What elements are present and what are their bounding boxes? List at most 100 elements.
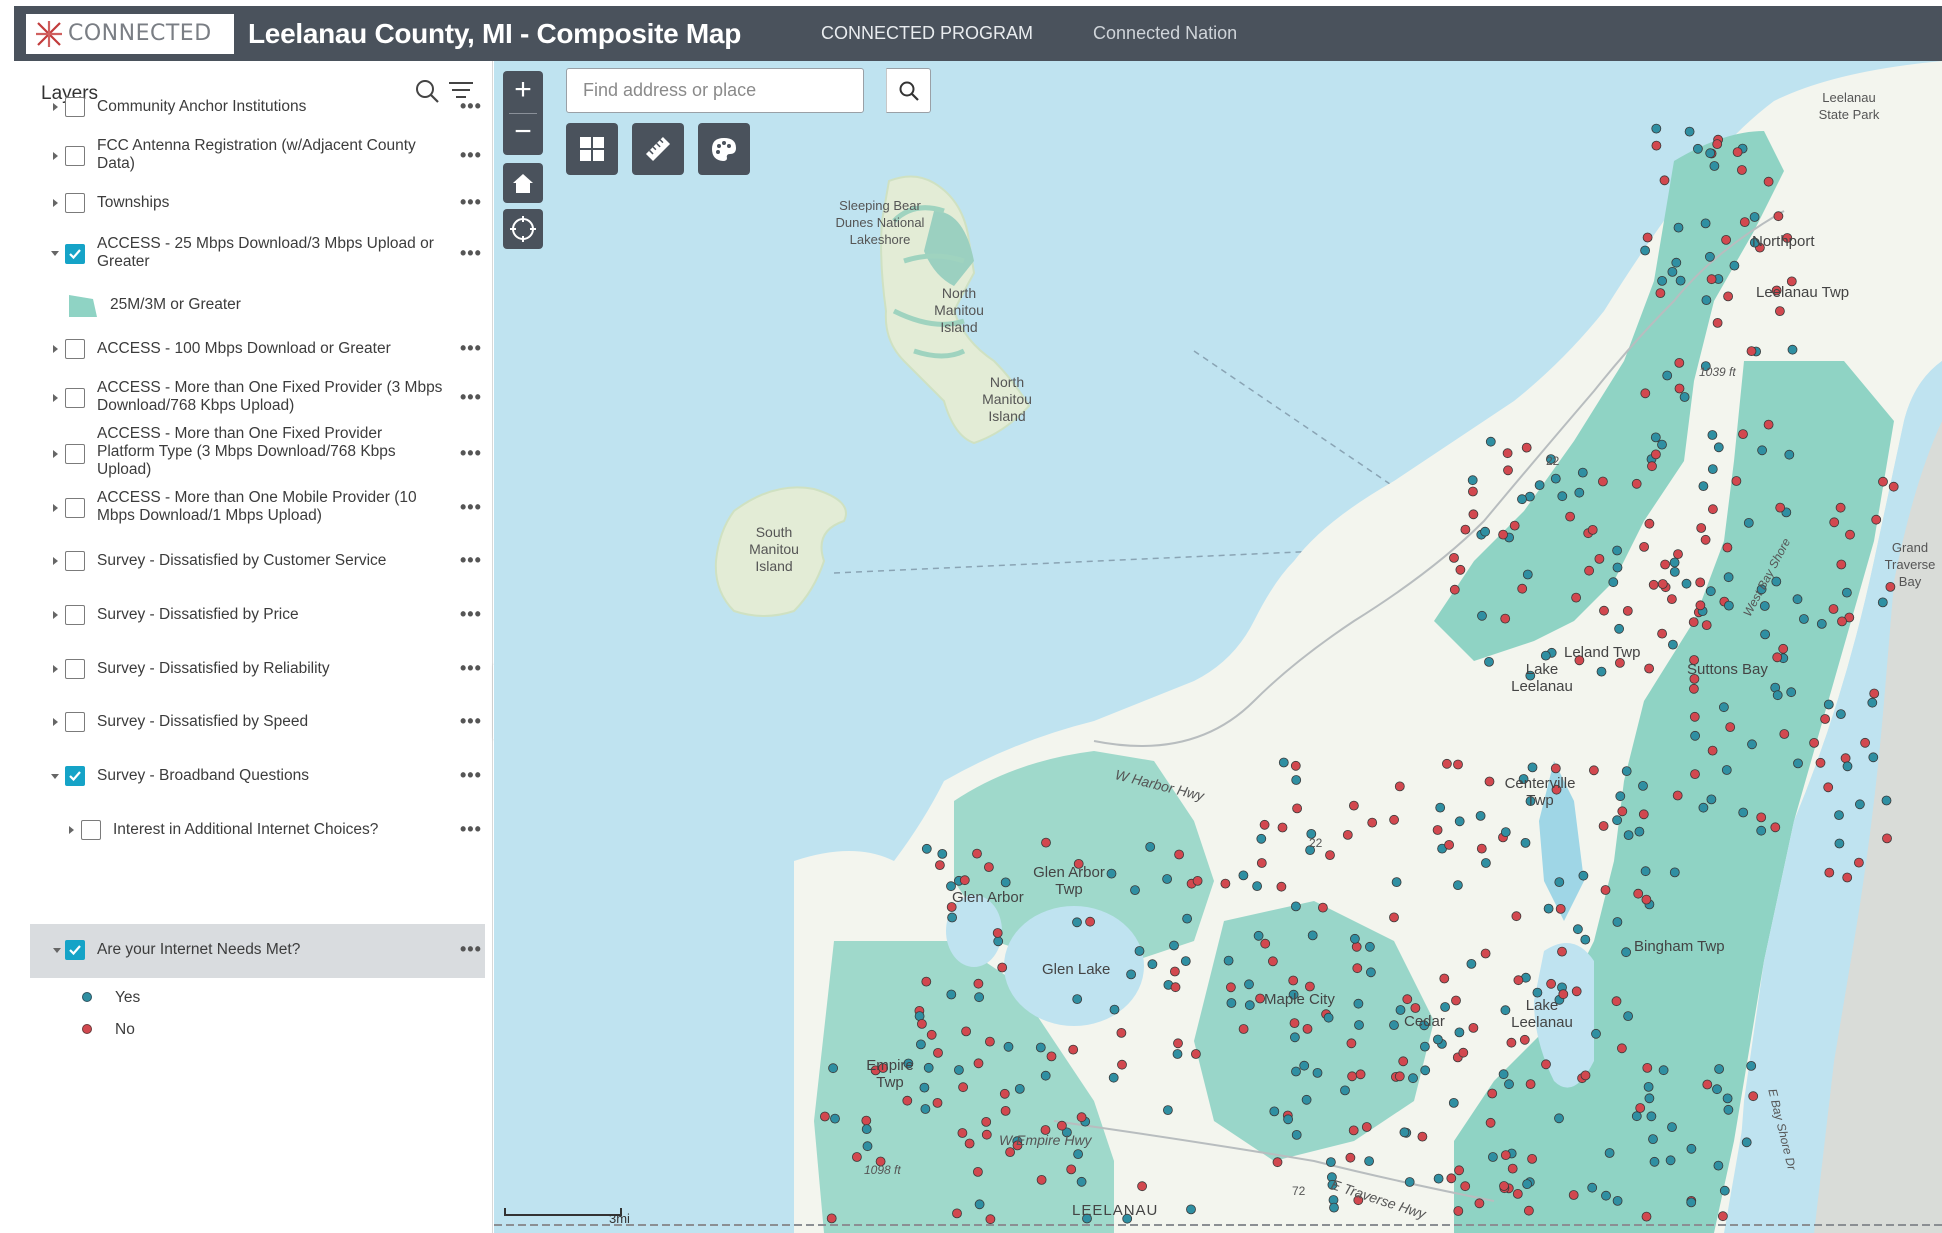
survey-point-no[interactable] (1600, 885, 1611, 895)
survey-point-yes[interactable] (1723, 572, 1734, 583)
survey-point-yes[interactable] (1823, 699, 1834, 710)
survey-point-no[interactable] (1442, 758, 1452, 769)
survey-point-yes[interactable] (1713, 442, 1724, 453)
survey-point-no[interactable] (1584, 565, 1594, 576)
survey-point-no[interactable] (1689, 683, 1699, 694)
survey-point-no[interactable] (1394, 1071, 1405, 1082)
survey-point-yes[interactable] (1686, 1143, 1697, 1154)
survey-point-yes[interactable] (1244, 1000, 1255, 1011)
layer-checkbox[interactable] (65, 97, 85, 117)
survey-point-no[interactable] (1718, 1211, 1728, 1222)
survey-point-yes[interactable] (1707, 464, 1718, 475)
layer-checkbox[interactable] (65, 498, 85, 518)
search-input[interactable] (567, 69, 887, 112)
layer-checkbox[interactable] (65, 659, 85, 679)
survey-point-no[interactable] (1550, 763, 1561, 774)
survey-point-no[interactable] (1824, 867, 1835, 878)
survey-point-yes[interactable] (1554, 877, 1565, 887)
survey-point-no[interactable] (997, 962, 1008, 973)
survey-point-yes[interactable] (1481, 858, 1491, 868)
survey-point-yes[interactable] (1712, 1084, 1722, 1095)
survey-point-yes[interactable] (1596, 666, 1607, 677)
survey-point-no[interactable] (1657, 579, 1668, 589)
survey-point-yes[interactable] (1035, 1042, 1046, 1053)
survey-point-no[interactable] (1828, 604, 1839, 614)
survey-point-no[interactable] (1292, 803, 1302, 814)
survey-point-no[interactable] (973, 1058, 984, 1069)
survey-point-yes[interactable] (1527, 762, 1538, 773)
caret-right-icon[interactable] (50, 610, 60, 620)
survey-point-yes[interactable] (1364, 1156, 1374, 1166)
layer-options-icon[interactable]: ••• (460, 939, 482, 960)
survey-point-yes[interactable] (1615, 791, 1626, 802)
survey-point-no[interactable] (1484, 776, 1495, 787)
survey-point-no[interactable] (1823, 782, 1834, 793)
layer-options-icon[interactable]: ••• (460, 658, 482, 679)
survey-point-no[interactable] (1345, 1152, 1356, 1163)
survey-point-no[interactable] (1702, 1079, 1713, 1090)
survey-point-no[interactable] (1116, 1028, 1127, 1038)
survey-point-yes[interactable] (1709, 161, 1720, 171)
survey-point-yes[interactable] (1172, 1049, 1183, 1059)
survey-point-yes[interactable] (1169, 940, 1179, 951)
survey-point-no[interactable] (1318, 902, 1328, 913)
layer-checkbox[interactable] (65, 605, 85, 625)
survey-point-no[interactable] (916, 1019, 927, 1029)
survey-point-yes[interactable] (1772, 690, 1783, 701)
survey-point-no[interactable] (1611, 996, 1622, 1007)
survey-point-yes[interactable] (1391, 877, 1402, 887)
survey-point-no[interactable] (1272, 1157, 1283, 1168)
survey-point-no[interactable] (1712, 139, 1723, 149)
survey-point-yes[interactable] (1784, 449, 1795, 460)
layer-row-survey-price[interactable]: Survey - Dissatisfied by Price ••• (30, 589, 485, 643)
survey-point-no[interactable] (1773, 211, 1784, 222)
measure-button[interactable] (632, 123, 684, 175)
survey-point-no[interactable] (1460, 524, 1471, 535)
layer-options-icon[interactable]: ••• (460, 819, 482, 840)
survey-point-no[interactable] (1349, 800, 1359, 811)
survey-point-no[interactable] (1739, 217, 1750, 228)
zoom-out-button[interactable]: − (503, 113, 543, 153)
layer-options-icon[interactable]: ••• (460, 711, 482, 732)
survey-point-no[interactable] (1460, 1181, 1471, 1192)
survey-point-no[interactable] (1367, 817, 1378, 828)
survey-point-yes[interactable] (1867, 697, 1878, 708)
survey-point-yes[interactable] (1612, 562, 1623, 573)
survey-point-no[interactable] (1507, 1163, 1518, 1174)
survey-point-yes[interactable] (828, 1063, 839, 1074)
survey-point-no[interactable] (1772, 652, 1783, 663)
survey-point-yes[interactable] (1522, 569, 1533, 580)
survey-point-yes[interactable] (1756, 825, 1767, 836)
survey-point-yes[interactable] (1440, 1002, 1450, 1012)
survey-point-yes[interactable] (1684, 126, 1695, 137)
survey-point-yes[interactable] (1612, 545, 1622, 556)
connected-logo[interactable]: CONNECTED (26, 13, 234, 54)
survey-point-yes[interactable] (1182, 913, 1192, 924)
locate-button[interactable] (503, 209, 543, 249)
survey-point-no[interactable] (984, 1036, 995, 1047)
layer-checkbox-checked[interactable] (65, 940, 85, 960)
survey-point-no[interactable] (1361, 1122, 1372, 1132)
layer-options-icon[interactable]: ••• (460, 243, 482, 264)
survey-point-no[interactable] (1260, 938, 1271, 949)
survey-point-no[interactable] (1557, 946, 1567, 957)
survey-point-yes[interactable] (1000, 877, 1011, 888)
survey-point-no[interactable] (1756, 812, 1767, 823)
survey-point-no[interactable] (1474, 1198, 1485, 1209)
survey-point-no[interactable] (1642, 1063, 1653, 1073)
survey-point-no[interactable] (1721, 234, 1731, 245)
survey-point-yes[interactable] (1399, 1127, 1410, 1138)
survey-point-yes[interactable] (993, 936, 1004, 947)
survey-point-yes[interactable] (1453, 880, 1463, 890)
survey-point-yes[interactable] (1404, 1177, 1415, 1187)
survey-point-no[interactable] (1695, 577, 1706, 588)
survey-point-yes[interactable] (1226, 998, 1237, 1008)
survey-point-yes[interactable] (1646, 1111, 1657, 1122)
survey-point-yes[interactable] (1842, 761, 1853, 772)
layer-row-survey-customer-service[interactable]: Survey - Dissatisfied by Customer Servic… (30, 535, 485, 589)
survey-point-yes[interactable] (1163, 1105, 1173, 1115)
survey-point-no[interactable] (1036, 1175, 1047, 1185)
survey-point-yes[interactable] (1722, 1093, 1733, 1104)
survey-point-yes[interactable] (1433, 1173, 1444, 1184)
survey-point-no[interactable] (1500, 613, 1511, 624)
